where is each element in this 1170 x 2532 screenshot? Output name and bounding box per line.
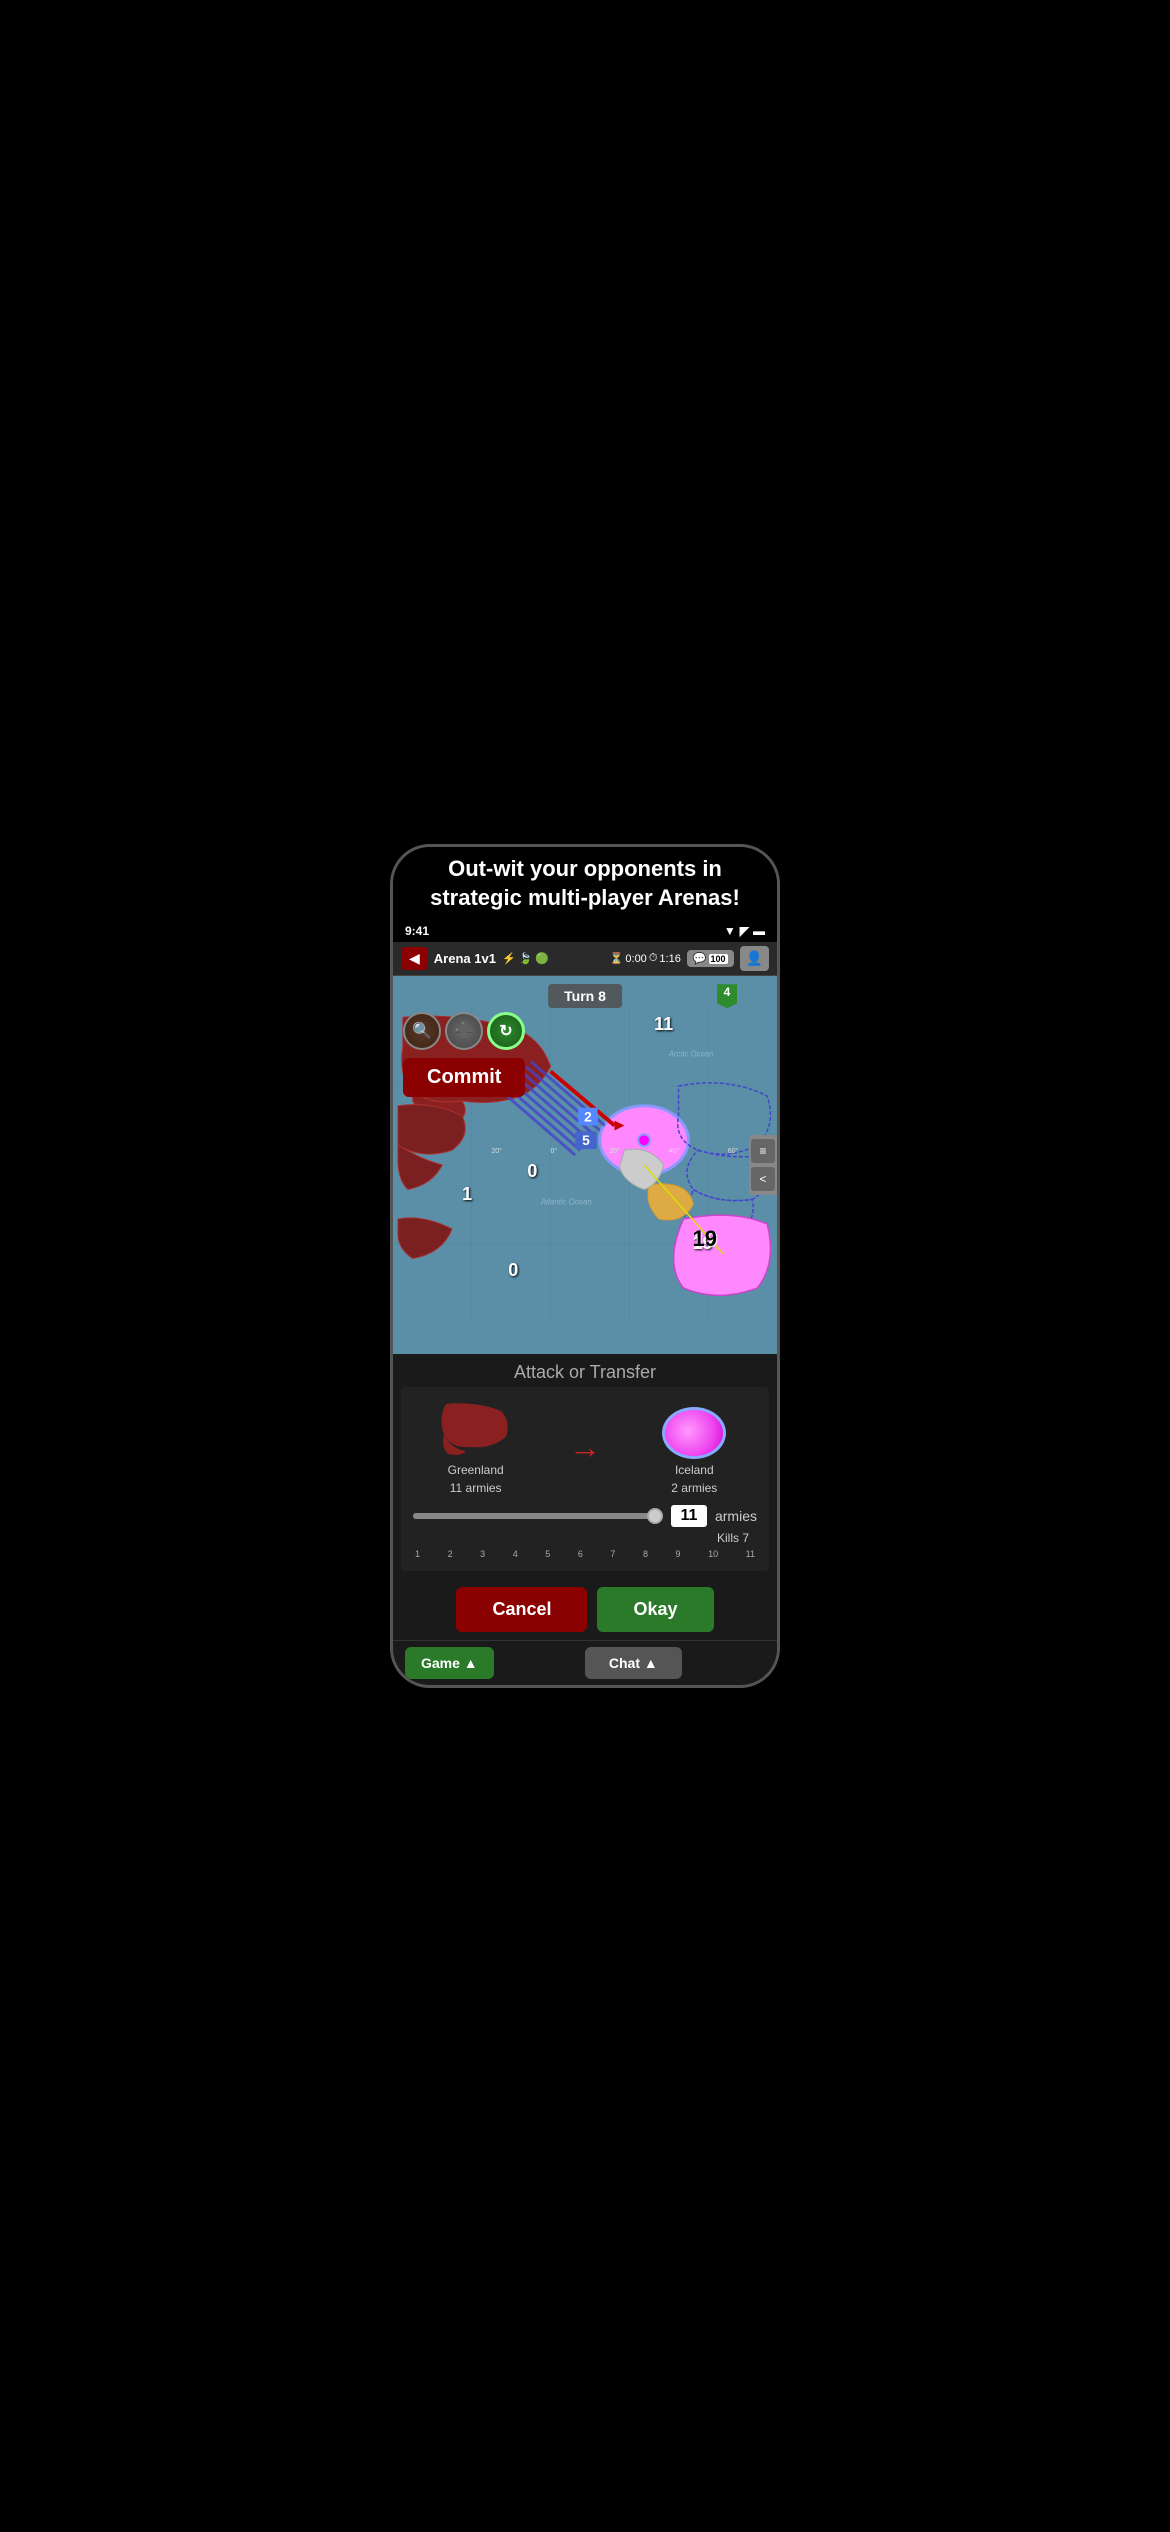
leaf-icon: 🍃 <box>519 952 533 965</box>
sidebar-list-icon[interactable]: ≡ <box>751 1139 775 1163</box>
tick-7: 7 <box>610 1549 615 1559</box>
slider-ticks: 1 2 3 4 5 6 7 8 9 10 11 <box>413 1549 757 1559</box>
svg-text:Arctic Ocean: Arctic Ocean <box>668 1050 715 1059</box>
hourglass-icon: ⏳ <box>610 952 624 965</box>
chat-count-badge: 100 <box>709 954 728 964</box>
tick-1: 1 <box>415 1549 420 1559</box>
source-armies: 11 armies <box>450 1481 502 1495</box>
back-button[interactable]: ◀ <box>401 947 428 970</box>
slider-row: 11 armies <box>413 1505 757 1527</box>
attack-content: Greenland 11 armies → Iceland 2 armies <box>401 1387 769 1571</box>
svg-text:20°: 20° <box>610 1147 621 1155</box>
source-territory: Greenland 11 armies <box>436 1399 516 1495</box>
lightning-icon: ⚡ <box>502 952 516 965</box>
game-button[interactable]: Game ▲ <box>405 1647 494 1679</box>
kills-label: Kills 7 <box>717 1531 753 1545</box>
greenland-svg <box>436 1399 516 1459</box>
army-number-19-big: 19 <box>693 1226 717 1252</box>
card-count: 4 <box>724 985 731 999</box>
svg-text:20°: 20° <box>491 1147 502 1155</box>
turn-badge: Turn 8 <box>548 984 622 1008</box>
svg-text:60°: 60° <box>728 1147 739 1155</box>
tick-10: 10 <box>708 1549 718 1559</box>
svg-text:5: 5 <box>582 1133 590 1148</box>
army-number-0-bottom: 0 <box>508 1260 518 1281</box>
tick-2: 2 <box>448 1549 453 1559</box>
tick-4: 4 <box>513 1549 518 1559</box>
svg-text:0°: 0° <box>551 1147 558 1155</box>
chat-nav-button[interactable]: 💬 100 <box>687 950 734 967</box>
greenland-icon <box>436 1399 516 1459</box>
battery-icon: ▬ <box>753 924 765 938</box>
army-count-display: 11 <box>671 1505 707 1527</box>
bottom-bar: Game ▲ Chat ▲ <box>393 1640 777 1685</box>
turn-label: Turn 8 <box>564 988 606 1004</box>
tick-9: 9 <box>676 1549 681 1559</box>
army-slider[interactable] <box>413 1513 663 1519</box>
action-buttons: Cancel Okay <box>393 1579 777 1640</box>
tick-3: 3 <box>480 1549 485 1559</box>
refresh-button[interactable]: ↻ <box>487 1012 525 1050</box>
attack-panel: Attack or Transfer Greenland 11 armies <box>393 1354 777 1579</box>
time-display: 9:41 <box>405 924 429 938</box>
army-number-11: 11 <box>654 1014 673 1035</box>
nav-icons: ⚡ 🍃 🟢 <box>502 952 604 965</box>
timer-value: 0:00 <box>625 953 646 965</box>
target-name: Iceland <box>675 1463 714 1477</box>
nav-bar: ◀ Arena 1v1 ⚡ 🍃 🟢 ⏳ 0:00 ⏱ 1:16 💬 100 👤 <box>393 942 777 976</box>
armies-label: armies <box>715 1508 757 1524</box>
status-bar: 9:41 ▼ ◤ ▬ <box>393 920 777 942</box>
iceland-icon <box>654 1399 734 1459</box>
target-armies: 2 armies <box>671 1481 717 1495</box>
attack-arrow: → <box>569 1429 601 1466</box>
source-name: Greenland <box>448 1463 504 1477</box>
chat-bottom-button[interactable]: Chat ▲ <box>585 1647 682 1679</box>
attack-title: Attack or Transfer <box>393 1354 777 1387</box>
svg-text:Atlantic Ocean: Atlantic Ocean <box>540 1197 593 1206</box>
phone-container: Out-wit your opponents in strategic mult… <box>390 844 780 1688</box>
svg-text:2: 2 <box>584 1110 592 1125</box>
tick-11: 11 <box>746 1549 755 1559</box>
svg-text:40°: 40° <box>669 1147 680 1155</box>
army-number-0-greenland: 0 <box>527 1161 537 1182</box>
tick-5: 5 <box>545 1549 550 1559</box>
signal-icon: ◤ <box>740 924 749 938</box>
commit-button[interactable]: Commit <box>403 1058 525 1097</box>
chat-bubble-icon: 💬 <box>693 952 707 965</box>
profile-nav-button[interactable]: 👤 <box>740 946 769 971</box>
promo-text: Out-wit your opponents in strategic mult… <box>430 856 740 910</box>
clock-icon: ⏱ <box>649 952 658 965</box>
arena-title: Arena 1v1 <box>434 951 496 966</box>
toolbar-buttons: 🔍 ➕ ↻ <box>403 1012 525 1050</box>
sidebar-arrow-icon[interactable]: < <box>751 1167 775 1191</box>
timer-display: ⏳ 0:00 ⏱ 1:16 <box>610 952 681 965</box>
slider-section: 11 armies Kills 7 1 2 3 4 5 6 7 8 9 10 <box>413 1505 757 1559</box>
tick-6: 6 <box>578 1549 583 1559</box>
zoom-in-button[interactable]: ➕ <box>445 1012 483 1050</box>
promo-banner: Out-wit your opponents in strategic mult… <box>393 847 777 920</box>
army-number-1: 1 <box>462 1184 472 1205</box>
card-badge: 4 <box>717 984 737 1008</box>
target-territory: Iceland 2 armies <box>654 1399 734 1495</box>
status-icons: ▼ ◤ ▬ <box>724 924 765 938</box>
search-button[interactable]: 🔍 <box>403 1012 441 1050</box>
tick-8: 8 <box>643 1549 648 1559</box>
okay-button[interactable]: Okay <box>597 1587 713 1632</box>
cancel-button[interactable]: Cancel <box>456 1587 587 1632</box>
clock-value: 1:16 <box>659 953 680 965</box>
game-area: Arctic Ocean Atlantic Ocean <box>393 976 777 1354</box>
wifi-icon: ▼ <box>724 924 736 938</box>
profile-icon: 👤 <box>746 950 763 966</box>
sidebar-panel: ≡ < <box>749 1135 777 1195</box>
circle-icon: 🟢 <box>535 952 549 965</box>
territory-row: Greenland 11 armies → Iceland 2 armies <box>413 1399 757 1495</box>
